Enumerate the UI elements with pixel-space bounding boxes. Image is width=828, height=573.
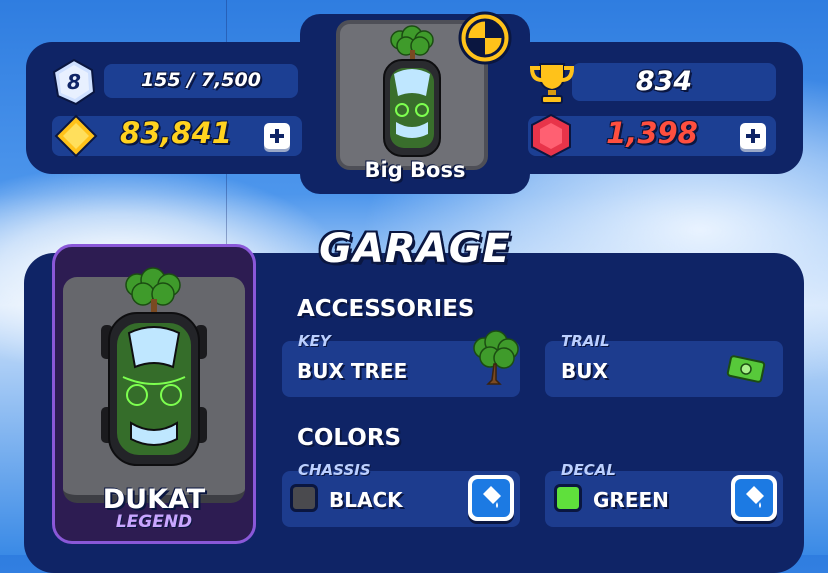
- car-top-view-icon: [383, 25, 441, 157]
- target-badge-icon: [458, 11, 512, 65]
- gem-icon: [531, 113, 571, 159]
- coins-value: 83,841: [120, 116, 232, 150]
- decal-swatch: [554, 484, 582, 512]
- gems-value: 1,398: [606, 116, 698, 150]
- add-coins-button[interactable]: [264, 123, 290, 149]
- cash-icon: [726, 355, 766, 383]
- decal-paint-button[interactable]: [731, 475, 777, 521]
- accessories-title: ACCESSORIES: [297, 296, 475, 322]
- trophy-icon: [529, 63, 575, 104]
- chassis-slot-label: CHASSIS: [298, 461, 371, 479]
- key-slot-label: KEY: [298, 332, 331, 350]
- trophies-value: 834: [635, 66, 693, 97]
- car-card-display: [63, 267, 245, 503]
- paint-bucket-icon: [483, 486, 501, 508]
- paint-bucket-icon: [746, 486, 764, 508]
- key-slot-value: BUX TREE: [297, 359, 408, 383]
- car-card-name: DUKAT: [102, 484, 206, 515]
- xp-text: 155 / 7,500: [141, 69, 261, 91]
- featured-car-name: Big Boss: [364, 158, 466, 182]
- trail-slot-label: TRAIL: [561, 332, 610, 350]
- chassis-paint-button[interactable]: [468, 475, 514, 521]
- car-large-icon: [101, 267, 207, 466]
- chassis-swatch: [290, 484, 318, 512]
- colors-title: COLORS: [297, 425, 402, 451]
- decal-slot-value: GREEN: [593, 488, 669, 512]
- level-number: 8: [67, 70, 81, 94]
- car-card-rarity: LEGEND: [115, 512, 193, 532]
- decal-slot-label: DECAL: [561, 461, 616, 479]
- coin-icon: [54, 114, 98, 158]
- chassis-slot-value: BLACK: [329, 488, 403, 512]
- add-gems-button[interactable]: [740, 123, 766, 149]
- garage-title: GARAGE: [319, 226, 511, 272]
- trail-slot-value: BUX: [561, 359, 608, 383]
- bux-tree-icon: [473, 330, 519, 385]
